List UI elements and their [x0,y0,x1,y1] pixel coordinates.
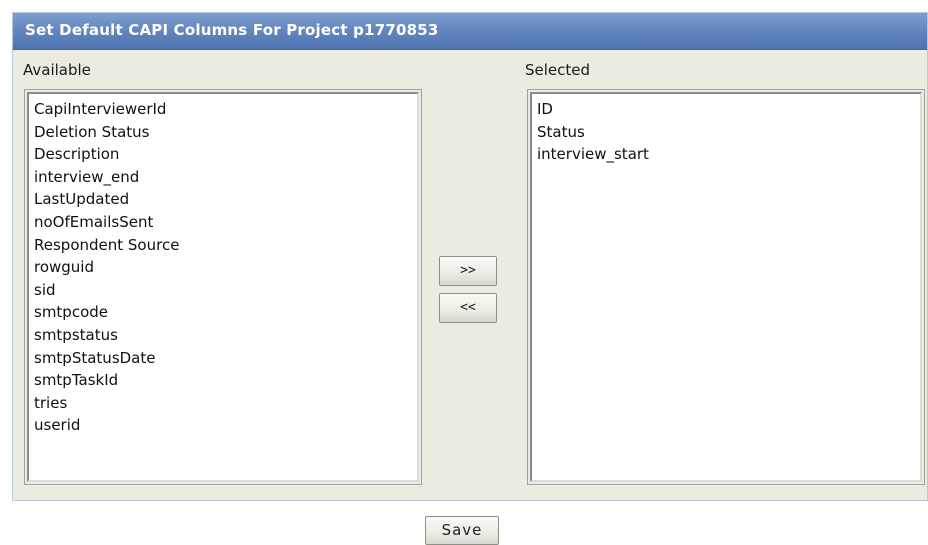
save-button[interactable]: Save [425,516,499,545]
available-column-option[interactable]: LastUpdated [29,188,417,211]
available-column-option[interactable]: smtpstatus [29,324,417,347]
add-column-button[interactable]: >> [439,256,497,286]
available-column-option[interactable]: Description [29,143,417,166]
dialog-title: Set Default CAPI Columns For Project p17… [25,21,439,39]
remove-column-button[interactable]: << [439,293,497,323]
available-column-option[interactable]: noOfEmailsSent [29,211,417,234]
available-column-option[interactable]: interview_end [29,166,417,189]
available-column-option[interactable]: Respondent Source [29,234,417,257]
selected-label: Selected [525,61,591,79]
available-column-option[interactable]: smtpStatusDate [29,347,417,370]
available-column-option[interactable]: userid [29,414,417,437]
available-column-option[interactable]: Deletion Status [29,121,417,144]
available-column-option[interactable]: tries [29,392,417,415]
selected-columns-listbox[interactable]: ID Status interview_start [527,89,925,485]
available-column-option[interactable]: rowguid [29,256,417,279]
available-column-option[interactable]: sid [29,279,417,302]
available-column-option[interactable]: smtpcode [29,301,417,324]
selected-column-option[interactable]: ID [532,98,920,121]
available-label: Available [23,61,91,79]
selected-column-option[interactable]: Status [532,121,920,144]
selected-column-option[interactable]: interview_start [532,143,920,166]
capi-columns-dialog: Set Default CAPI Columns For Project p17… [12,12,928,501]
available-columns-list: CapiInterviewerId Deletion Status Descript… [29,94,417,437]
selected-columns-list: ID Status interview_start [532,94,920,166]
available-column-option[interactable]: CapiInterviewerId [29,98,417,121]
available-columns-listbox[interactable]: CapiInterviewerId Deletion Status Descript… [24,89,422,485]
available-column-option[interactable]: smtpTaskId [29,369,417,392]
dialog-titlebar: Set Default CAPI Columns For Project p17… [13,13,927,50]
